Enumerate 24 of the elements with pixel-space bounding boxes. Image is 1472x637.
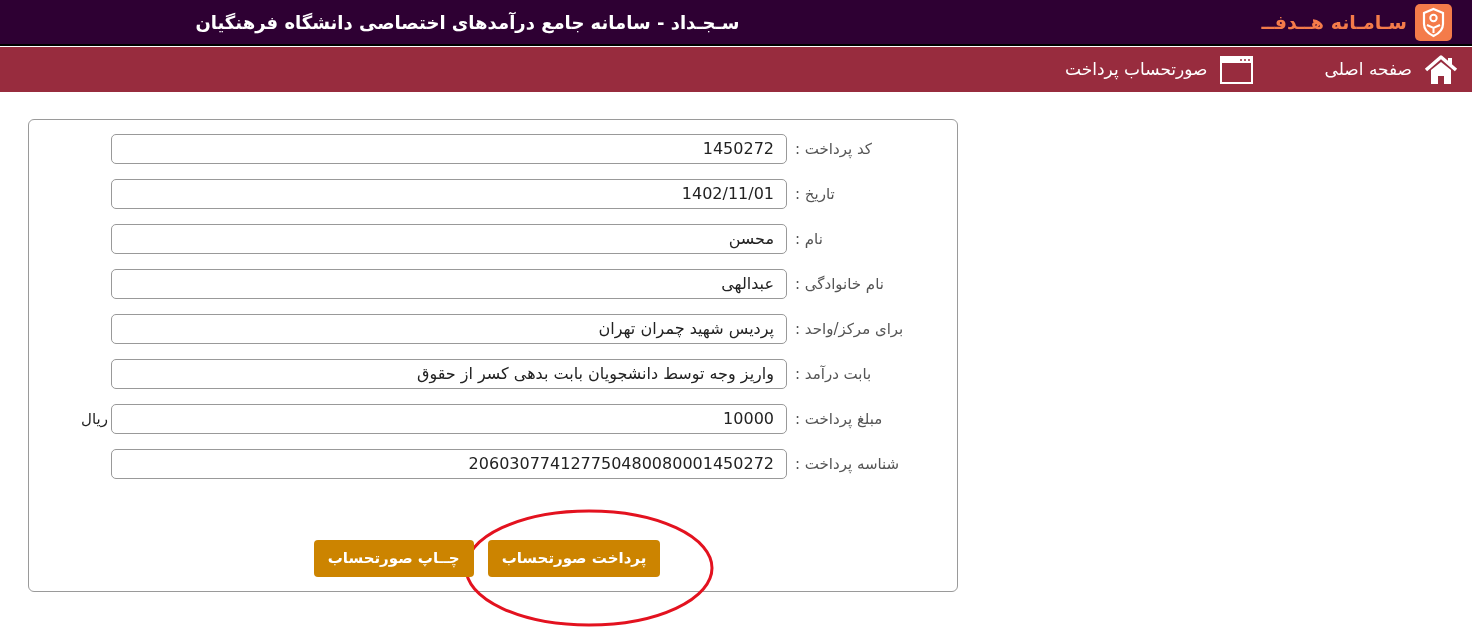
window-icon — [1219, 55, 1253, 84]
input-field[interactable]: پردیس شهید چمران تهران — [111, 314, 787, 344]
unit-label: ریال — [81, 408, 108, 430]
field-label: تاریخ : — [795, 183, 836, 205]
logo-icon — [1415, 3, 1452, 41]
home-icon — [1424, 54, 1458, 85]
field-label: کد پرداخت : — [795, 138, 873, 161]
input-field[interactable]: عبدالهی — [111, 269, 787, 299]
app-title: سـجـداد - سامانه جامع درآمدهای اختصاصی دانشگاه فرهنگیان — [195, 10, 740, 36]
field-label: برای مرکز/واحد : — [795, 318, 905, 340]
field-label: شناسه پرداخت : — [795, 453, 901, 476]
field-label: نام : — [795, 228, 824, 250]
input-field[interactable]: 1402/11/01 — [111, 179, 787, 209]
home-link[interactable]: صفحه اصلی — [1324, 56, 1412, 83]
input-field[interactable]: 1450272 — [111, 134, 787, 164]
logo-text: سـامـانه هــدفــ — [1261, 9, 1407, 35]
field-label: مبلغ پرداخت : — [795, 408, 884, 431]
field-label: بابت درآمد : — [795, 363, 873, 385]
nav-link[interactable]: صورتحساب پرداخت — [1065, 56, 1208, 83]
field-label: نام خانوادگی : — [795, 273, 885, 295]
input-field[interactable]: 206030774127750480080001450272 — [111, 449, 787, 479]
input-field[interactable]: محسن — [111, 224, 787, 254]
input-field[interactable]: 10000 — [111, 404, 787, 434]
input-field[interactable]: واریز وجه توسط دانشجویان بابت بدهی کسر از حقوق — [111, 359, 787, 389]
